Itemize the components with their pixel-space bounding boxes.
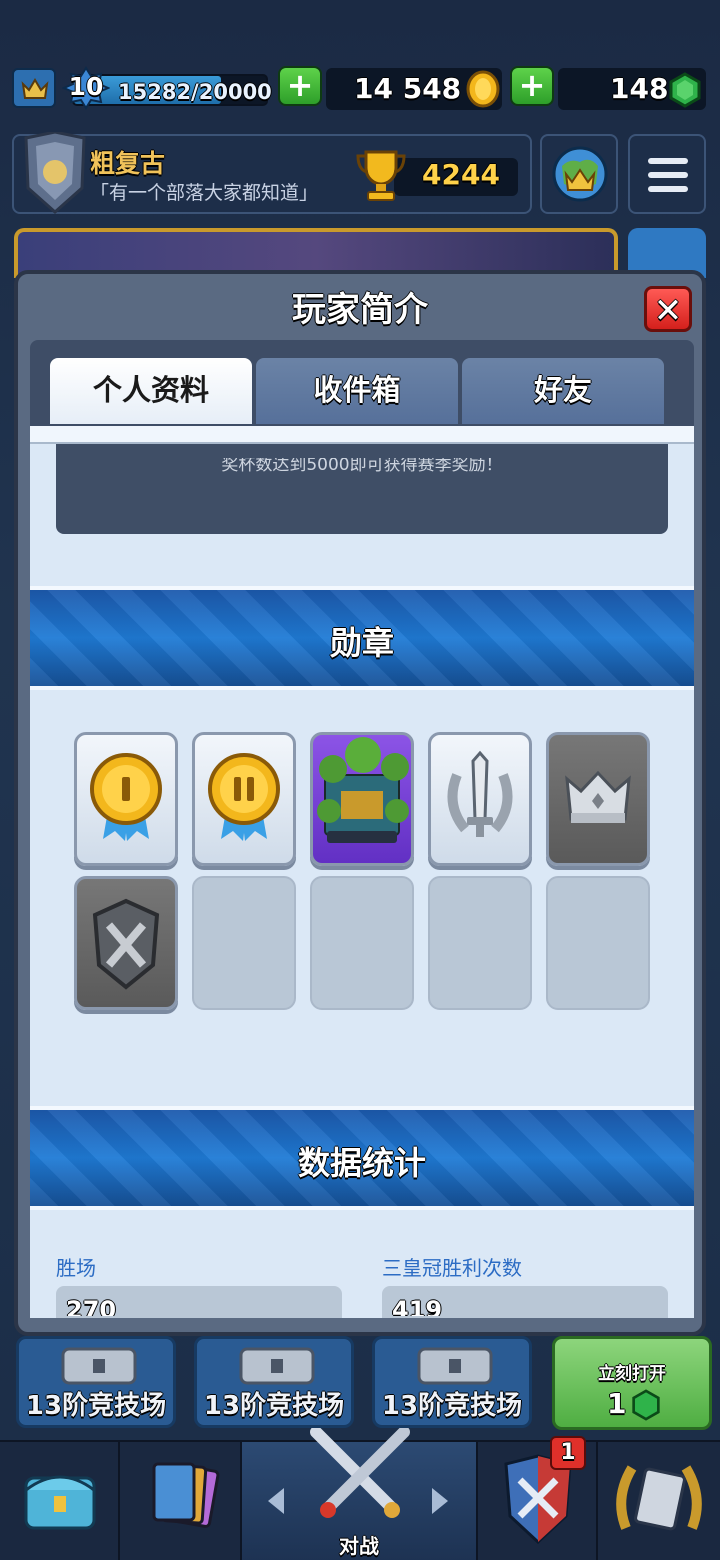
plus-label: + bbox=[286, 66, 314, 104]
stat-box-three-crown: 419 bbox=[382, 1286, 668, 1318]
close-button[interactable]: ✕ bbox=[644, 286, 692, 332]
nav-battle[interactable]: 对战 bbox=[242, 1428, 478, 1560]
cards-icon bbox=[152, 1462, 220, 1528]
season-reward-text: 奖杯数达到5000即可获得赛季奖励！ bbox=[221, 455, 503, 475]
hamburger-menu-icon bbox=[648, 158, 688, 192]
resource-bar: 15282/20000 10 + 14 548 + 148 bbox=[0, 62, 720, 116]
badge-locked-shield[interactable] bbox=[74, 876, 178, 1010]
xp-value: 15282/20000 bbox=[118, 80, 272, 104]
chest-arena-label: 13阶竞技场 bbox=[381, 1391, 523, 1421]
open-now-label: 立刻打开 bbox=[598, 1364, 666, 1384]
modal-title: 玩家简介 bbox=[292, 290, 428, 330]
stat-label-wins: 胜场 bbox=[56, 1256, 96, 1280]
shop-chest-icon bbox=[24, 1475, 96, 1530]
open-now-cost: 1 bbox=[607, 1387, 627, 1420]
badge-slot-empty bbox=[546, 876, 650, 1010]
gold-coin-icon bbox=[466, 70, 500, 108]
stat-value-three-crown: 419 bbox=[392, 1296, 443, 1318]
buy-gold-button[interactable]: + bbox=[278, 66, 322, 106]
silver-sword-laurel-icon bbox=[447, 750, 513, 837]
badge-slot-empty bbox=[192, 876, 296, 1010]
chevron-left-icon[interactable] bbox=[264, 1486, 288, 1516]
tab-profile[interactable]: 个人资料 bbox=[50, 358, 252, 424]
tab-underline bbox=[30, 426, 694, 444]
level-xp-group: 15282/20000 10 bbox=[12, 66, 272, 110]
battle-label: 对战 bbox=[339, 1534, 379, 1558]
player-profile-modal: 玩家简介 ✕ 个人资料 收件箱 好友 奖杯数达到5000即可获得赛季奖励！ 勋章 bbox=[14, 270, 706, 1336]
player-header[interactable]: 粗复古 「有一个部落大家都知道」 4244 bbox=[12, 132, 532, 214]
nav-events[interactable] bbox=[598, 1442, 720, 1560]
trophy-value: 4244 bbox=[422, 158, 500, 191]
gold-counter: 14 548 bbox=[326, 68, 502, 110]
stats-header: 数据统计 bbox=[30, 1106, 694, 1210]
gold-medal-icon bbox=[208, 753, 280, 841]
bottom-nav: 对战 bbox=[0, 1428, 720, 1560]
chest-slot-1[interactable]: 13阶竞技场 bbox=[16, 1336, 176, 1428]
chest-slot-3[interactable]: 13阶竞技场 bbox=[372, 1336, 532, 1428]
silver-crown-icon bbox=[565, 770, 631, 823]
chest-arena-label: 13阶竞技场 bbox=[203, 1391, 345, 1421]
silver-chest-icon bbox=[417, 1347, 493, 1385]
plus-label: + bbox=[518, 66, 546, 104]
trophy-icon bbox=[356, 150, 406, 201]
stats-title: 数据统计 bbox=[297, 1144, 426, 1182]
tab-inbox[interactable]: 收件箱 bbox=[256, 358, 458, 424]
shield-swords-icon bbox=[92, 898, 160, 990]
badge-arena[interactable] bbox=[310, 732, 414, 866]
gold-medal-icon bbox=[90, 753, 162, 841]
menu-button[interactable] bbox=[628, 134, 706, 214]
laurel-card-icon bbox=[616, 1465, 702, 1531]
chevron-right-icon[interactable] bbox=[428, 1486, 452, 1516]
crown-icon[interactable] bbox=[12, 68, 56, 108]
nav-shop[interactable] bbox=[0, 1442, 120, 1560]
gold-value: 14 548 bbox=[354, 72, 462, 105]
gem-value: 148 bbox=[610, 72, 669, 105]
arena-tree-icon bbox=[317, 737, 409, 843]
notification-badge: 1 bbox=[550, 1436, 586, 1470]
crossed-swords-icon bbox=[310, 1428, 410, 1518]
silver-chest-icon bbox=[239, 1347, 315, 1385]
level-number: 10 bbox=[68, 72, 104, 101]
badges-header: 勋章 bbox=[30, 586, 694, 690]
clan-shield-icon bbox=[24, 132, 86, 214]
globe-crown-icon bbox=[552, 146, 608, 202]
player-name: 粗复古 bbox=[90, 149, 166, 178]
stat-value-wins: 270 bbox=[66, 1296, 117, 1318]
clan-name: 「有一个部落大家都知道」 bbox=[90, 182, 319, 204]
stat-label-three-crown: 三皇冠胜利次数 bbox=[382, 1256, 522, 1280]
badges-title: 勋章 bbox=[329, 624, 394, 662]
tab-friends[interactable]: 好友 bbox=[462, 358, 664, 424]
tab-bar: 个人资料 收件箱 好友 bbox=[30, 340, 694, 428]
chest-slot-2[interactable]: 13阶竞技场 bbox=[194, 1336, 354, 1428]
silver-chest-icon bbox=[61, 1347, 137, 1385]
badge-slot-empty bbox=[428, 876, 532, 1010]
close-icon: ✕ bbox=[653, 291, 683, 331]
badge-gold-medal-2[interactable] bbox=[192, 732, 296, 866]
nav-cards[interactable] bbox=[120, 1442, 242, 1560]
badge-slot-empty bbox=[310, 876, 414, 1010]
profile-content[interactable]: 奖杯数达到5000即可获得赛季奖励！ 勋章 数据统计 胜场 270 三皇冠胜利次… bbox=[30, 426, 694, 1318]
buy-gems-button[interactable]: + bbox=[510, 66, 554, 106]
chest-arena-label: 13阶竞技场 bbox=[25, 1391, 167, 1421]
gem-icon bbox=[669, 72, 701, 108]
open-now-chest-button[interactable]: 立刻打开 1 bbox=[552, 1336, 712, 1430]
gem-icon bbox=[632, 1389, 660, 1421]
badge-silver-sword[interactable] bbox=[428, 732, 532, 866]
badge-silver-crown[interactable] bbox=[546, 732, 650, 866]
badge-gold-medal-1[interactable] bbox=[74, 732, 178, 866]
season-reward-panel: 奖杯数达到5000即可获得赛季奖励！ bbox=[56, 444, 668, 534]
stat-box-wins: 270 bbox=[56, 1286, 342, 1318]
gem-counter: 148 bbox=[558, 68, 706, 110]
clan-wars-button[interactable] bbox=[540, 134, 618, 214]
